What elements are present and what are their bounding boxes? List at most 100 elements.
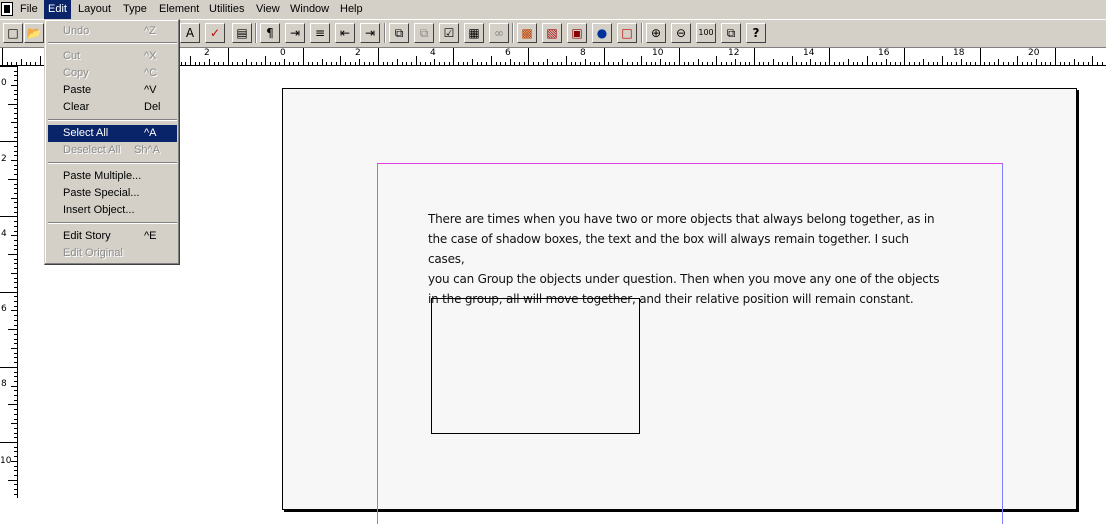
ruler-tick bbox=[880, 62, 882, 65]
ruler-tick bbox=[293, 62, 295, 65]
ruler-tick bbox=[730, 62, 732, 65]
menu-item-paste-special[interactable]: Paste Special... bbox=[48, 185, 177, 202]
bullet-list-icon[interactable]: ≡ bbox=[310, 23, 330, 43]
ruler-tick bbox=[0, 291, 17, 293]
ruler-tick bbox=[14, 446, 17, 448]
globe-icon[interactable]: ● bbox=[592, 23, 612, 43]
menu-item-shortcut: ^V bbox=[144, 84, 157, 96]
place-image-icon[interactable]: ▩ bbox=[517, 23, 537, 43]
menu-item-edit-original[interactable]: Edit Original bbox=[48, 245, 177, 262]
menu-window[interactable]: Window bbox=[286, 0, 333, 19]
ruler-label: 2 bbox=[1, 154, 7, 164]
menu-item-edit-story[interactable]: Edit Story ^E bbox=[48, 228, 177, 245]
ruler-tick bbox=[838, 62, 840, 65]
menu-item-paste-multiple[interactable]: Paste Multiple... bbox=[48, 168, 177, 185]
new-document-icon[interactable]: □ bbox=[3, 23, 23, 43]
ruler-tick bbox=[758, 62, 760, 65]
ruler-tick bbox=[14, 413, 17, 415]
menu-item-cut[interactable]: Cut ^X bbox=[48, 48, 177, 65]
menu-layout[interactable]: Layout bbox=[74, 0, 115, 19]
link-icon[interactable]: ∞ bbox=[489, 23, 509, 43]
photo-icon[interactable]: ▣ bbox=[567, 23, 587, 43]
ruler-tick bbox=[439, 62, 441, 65]
ruler-tick bbox=[946, 62, 948, 65]
menu-help[interactable]: Help bbox=[336, 0, 367, 19]
ruler-tick bbox=[14, 362, 17, 364]
ruler-tick bbox=[0, 366, 17, 368]
ruler-tick bbox=[302, 48, 304, 65]
zoom-in-icon[interactable]: ⊕ bbox=[646, 23, 666, 43]
open-folder-icon[interactable]: 📂 bbox=[24, 23, 44, 43]
document-page[interactable]: There are times when you have two or mor… bbox=[282, 88, 1077, 524]
ruler-tick bbox=[396, 59, 398, 65]
menu-item-undo[interactable]: Undo ^Z bbox=[48, 23, 177, 40]
actual-size-icon[interactable]: 100 bbox=[696, 23, 716, 43]
menu-file[interactable]: File bbox=[16, 0, 42, 19]
ruler-tick bbox=[570, 62, 572, 65]
pasteboard[interactable]: There are times when you have two or mor… bbox=[18, 66, 1106, 524]
menu-item-copy[interactable]: Copy ^C bbox=[48, 65, 177, 82]
copy-pages-icon[interactable]: ⧉ bbox=[389, 23, 409, 43]
ruler-tick bbox=[678, 48, 680, 65]
menu-view[interactable]: View bbox=[252, 0, 284, 19]
menu-item-select-all[interactable]: Select All ^A bbox=[48, 125, 177, 142]
ruler-tick bbox=[14, 282, 17, 284]
ruler-tick bbox=[819, 62, 821, 65]
checklist-icon[interactable]: ☑ bbox=[439, 23, 459, 43]
ruler-tick bbox=[1003, 62, 1005, 65]
menu-item-insert-object[interactable]: Insert Object... bbox=[48, 202, 177, 219]
ruler-tick bbox=[829, 48, 831, 65]
outdent-icon[interactable]: ⇤ bbox=[335, 23, 355, 43]
fill-pattern-icon[interactable]: ▤ bbox=[232, 23, 252, 43]
font-size-icon[interactable]: A bbox=[180, 23, 200, 43]
app-icon[interactable] bbox=[1, 2, 13, 16]
ruler-tick bbox=[791, 56, 793, 65]
pdf-icon[interactable]: □ bbox=[617, 23, 637, 43]
print-preview-icon[interactable]: ▦ bbox=[464, 23, 484, 43]
tab-indent-icon[interactable]: ⇥ bbox=[285, 23, 305, 43]
paragraph-icon[interactable]: ¶ bbox=[260, 23, 280, 43]
ruler-tick bbox=[14, 474, 17, 476]
actual-size-label: 100 bbox=[698, 28, 714, 37]
ruler-tick bbox=[14, 188, 17, 190]
ruler-tick bbox=[415, 56, 417, 65]
ruler-tick bbox=[462, 62, 464, 65]
menu-item-clear[interactable]: Clear Del bbox=[48, 99, 177, 116]
ruler-tick bbox=[222, 62, 224, 65]
menu-type[interactable]: Type bbox=[119, 0, 151, 19]
ruler-tick bbox=[448, 62, 450, 65]
ruler-tick bbox=[495, 62, 497, 65]
ruler-tick bbox=[519, 62, 520, 65]
menu-item-paste[interactable]: Paste ^V bbox=[48, 82, 177, 99]
paste-pages-icon[interactable]: ⧉ bbox=[414, 23, 434, 43]
ruler-tick bbox=[674, 62, 676, 65]
vertical-ruler[interactable]: 0 2 4 6 8 10 bbox=[0, 66, 18, 498]
ruler-tick bbox=[14, 315, 17, 317]
ruler-tick bbox=[786, 62, 788, 65]
ruler-tick bbox=[14, 333, 17, 335]
menu-element[interactable]: Element bbox=[155, 0, 203, 19]
indent-icon[interactable]: ⇥ bbox=[360, 23, 380, 43]
help-icon[interactable]: ? bbox=[746, 23, 766, 43]
spell-check-icon[interactable]: ✓ bbox=[205, 23, 225, 43]
zoom-out-icon[interactable]: ⊖ bbox=[671, 23, 691, 43]
rectangle-frame[interactable] bbox=[431, 298, 640, 434]
ruler-tick bbox=[956, 62, 958, 65]
ruler-label: 4 bbox=[430, 48, 436, 58]
ruler-tick bbox=[11, 197, 17, 199]
menu-utilities[interactable]: Utilities bbox=[205, 0, 248, 19]
menu-edit[interactable]: Edit bbox=[44, 0, 71, 19]
ruler-tick bbox=[1097, 62, 1099, 65]
menu-item-shortcut: Sh^A bbox=[134, 144, 160, 156]
ruler-label: 2 bbox=[204, 48, 210, 58]
fit-window-icon[interactable]: ⧉ bbox=[721, 23, 741, 43]
export-icon[interactable]: ▧ bbox=[542, 23, 562, 43]
menu-item-shortcut: ^C bbox=[144, 67, 158, 79]
ruler-tick bbox=[707, 62, 708, 65]
menu-item-deselect-all[interactable]: Deselect All Sh^A bbox=[48, 142, 177, 159]
ruler-tick bbox=[782, 62, 784, 65]
ruler-tick bbox=[655, 62, 657, 65]
text-block[interactable]: There are times when you have two or mor… bbox=[428, 209, 948, 309]
ruler-tick bbox=[6, 62, 8, 65]
toolbar-separator bbox=[384, 23, 386, 43]
